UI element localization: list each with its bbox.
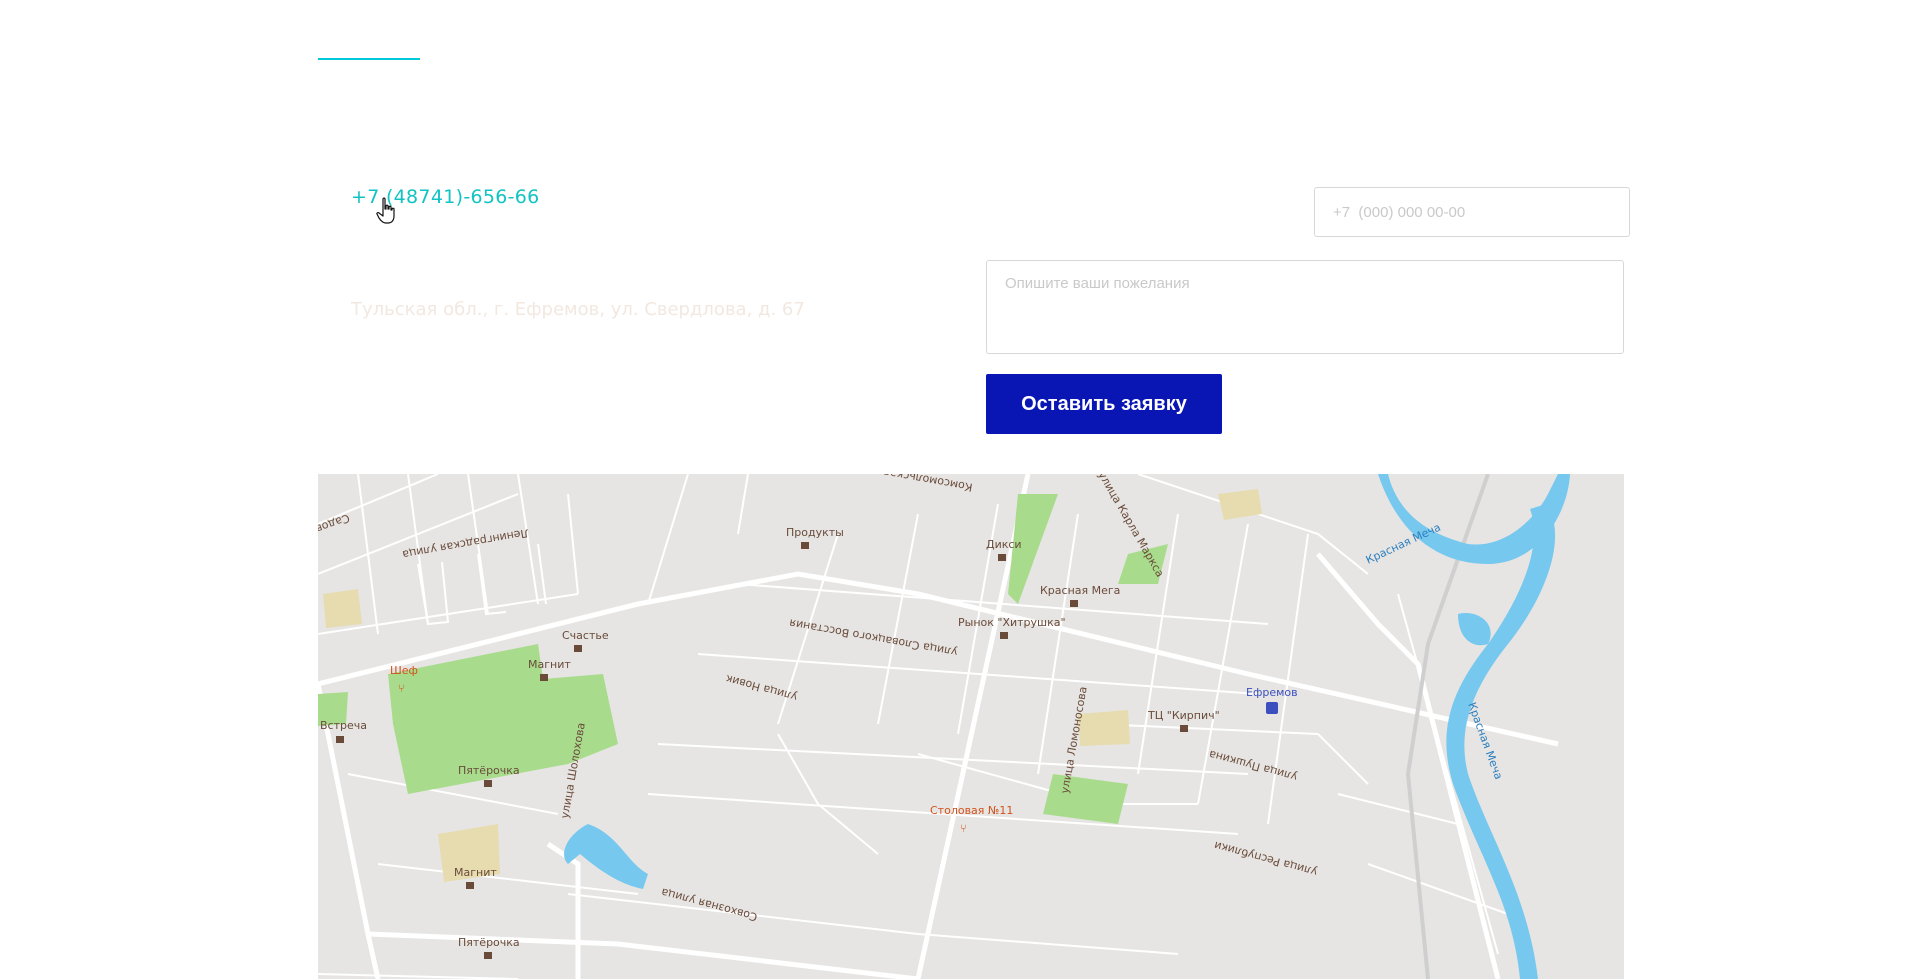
- svg-text:Магнит: Магнит: [528, 658, 571, 671]
- svg-text:Рынок "Хитрушка": Рынок "Хитрушка": [958, 616, 1066, 629]
- svg-text:Ефремов: Ефремов: [1246, 686, 1298, 699]
- train-station-icon: [1266, 702, 1278, 714]
- shop-icon: [1180, 725, 1188, 732]
- svg-text:улица Пушкина: улица Пушкина: [1208, 748, 1299, 784]
- svg-text:улица Республики: улица Республики: [1213, 839, 1319, 879]
- hand-cursor-icon: [376, 197, 395, 224]
- svg-text:Ленинградская улица: Ленинградская улица: [401, 526, 529, 561]
- wishes-textarea[interactable]: [986, 260, 1624, 354]
- svg-text:⑂: ⑂: [960, 822, 967, 835]
- shop-icon: [466, 882, 474, 889]
- svg-text:Шеф: Шеф: [390, 664, 418, 677]
- shop-icon: [336, 736, 344, 743]
- svg-text:Счастье: Счастье: [562, 629, 609, 642]
- svg-text:Садовая улица: Садовая улица: [318, 511, 351, 553]
- svg-text:Встреча: Встреча: [320, 719, 367, 732]
- shop-icon: [998, 554, 1006, 561]
- map[interactable]: Садовая улица Ленинградская улица Комсом…: [318, 474, 1624, 979]
- svg-text:Совхозная улица: Совхозная улица: [660, 885, 759, 923]
- submit-request-button[interactable]: Оставить заявку: [986, 374, 1222, 434]
- svg-text:Пятёрочка: Пятёрочка: [458, 764, 520, 777]
- shop-icon: [484, 952, 492, 959]
- map-canvas: Садовая улица Ленинградская улица Комсом…: [318, 474, 1570, 979]
- svg-text:Красная Мега: Красная Мега: [1040, 584, 1120, 597]
- svg-text:Продукты: Продукты: [786, 526, 844, 539]
- svg-text:улица Словацкого Восстания: улица Словацкого Восстания: [788, 616, 958, 658]
- phone-input[interactable]: [1314, 187, 1630, 237]
- svg-text:Магнит: Магнит: [454, 866, 497, 879]
- svg-text:ТЦ "Кирпич": ТЦ "Кирпич": [1147, 709, 1220, 722]
- svg-text:улица Новик: улица Новик: [724, 672, 799, 704]
- shop-icon: [1070, 600, 1078, 607]
- shop-icon: [1000, 632, 1008, 639]
- shop-icon: [801, 542, 809, 549]
- shop-icon: [574, 645, 582, 652]
- shop-icon: [484, 780, 492, 787]
- svg-text:Дикси: Дикси: [986, 538, 1022, 551]
- svg-text:⑂: ⑂: [398, 682, 405, 695]
- shop-icon: [540, 674, 548, 681]
- address-text: Тульская обл., г. Ефремов, ул. Свердлова…: [351, 299, 805, 320]
- svg-text:Столовая №11: Столовая №11: [930, 804, 1013, 817]
- section-accent-line: [318, 58, 420, 60]
- svg-text:Комсомольская улица: Комсомольская улица: [845, 474, 974, 494]
- svg-text:Красная Меча: Красная Меча: [1465, 701, 1505, 782]
- svg-text:Пятёрочка: Пятёрочка: [458, 936, 520, 949]
